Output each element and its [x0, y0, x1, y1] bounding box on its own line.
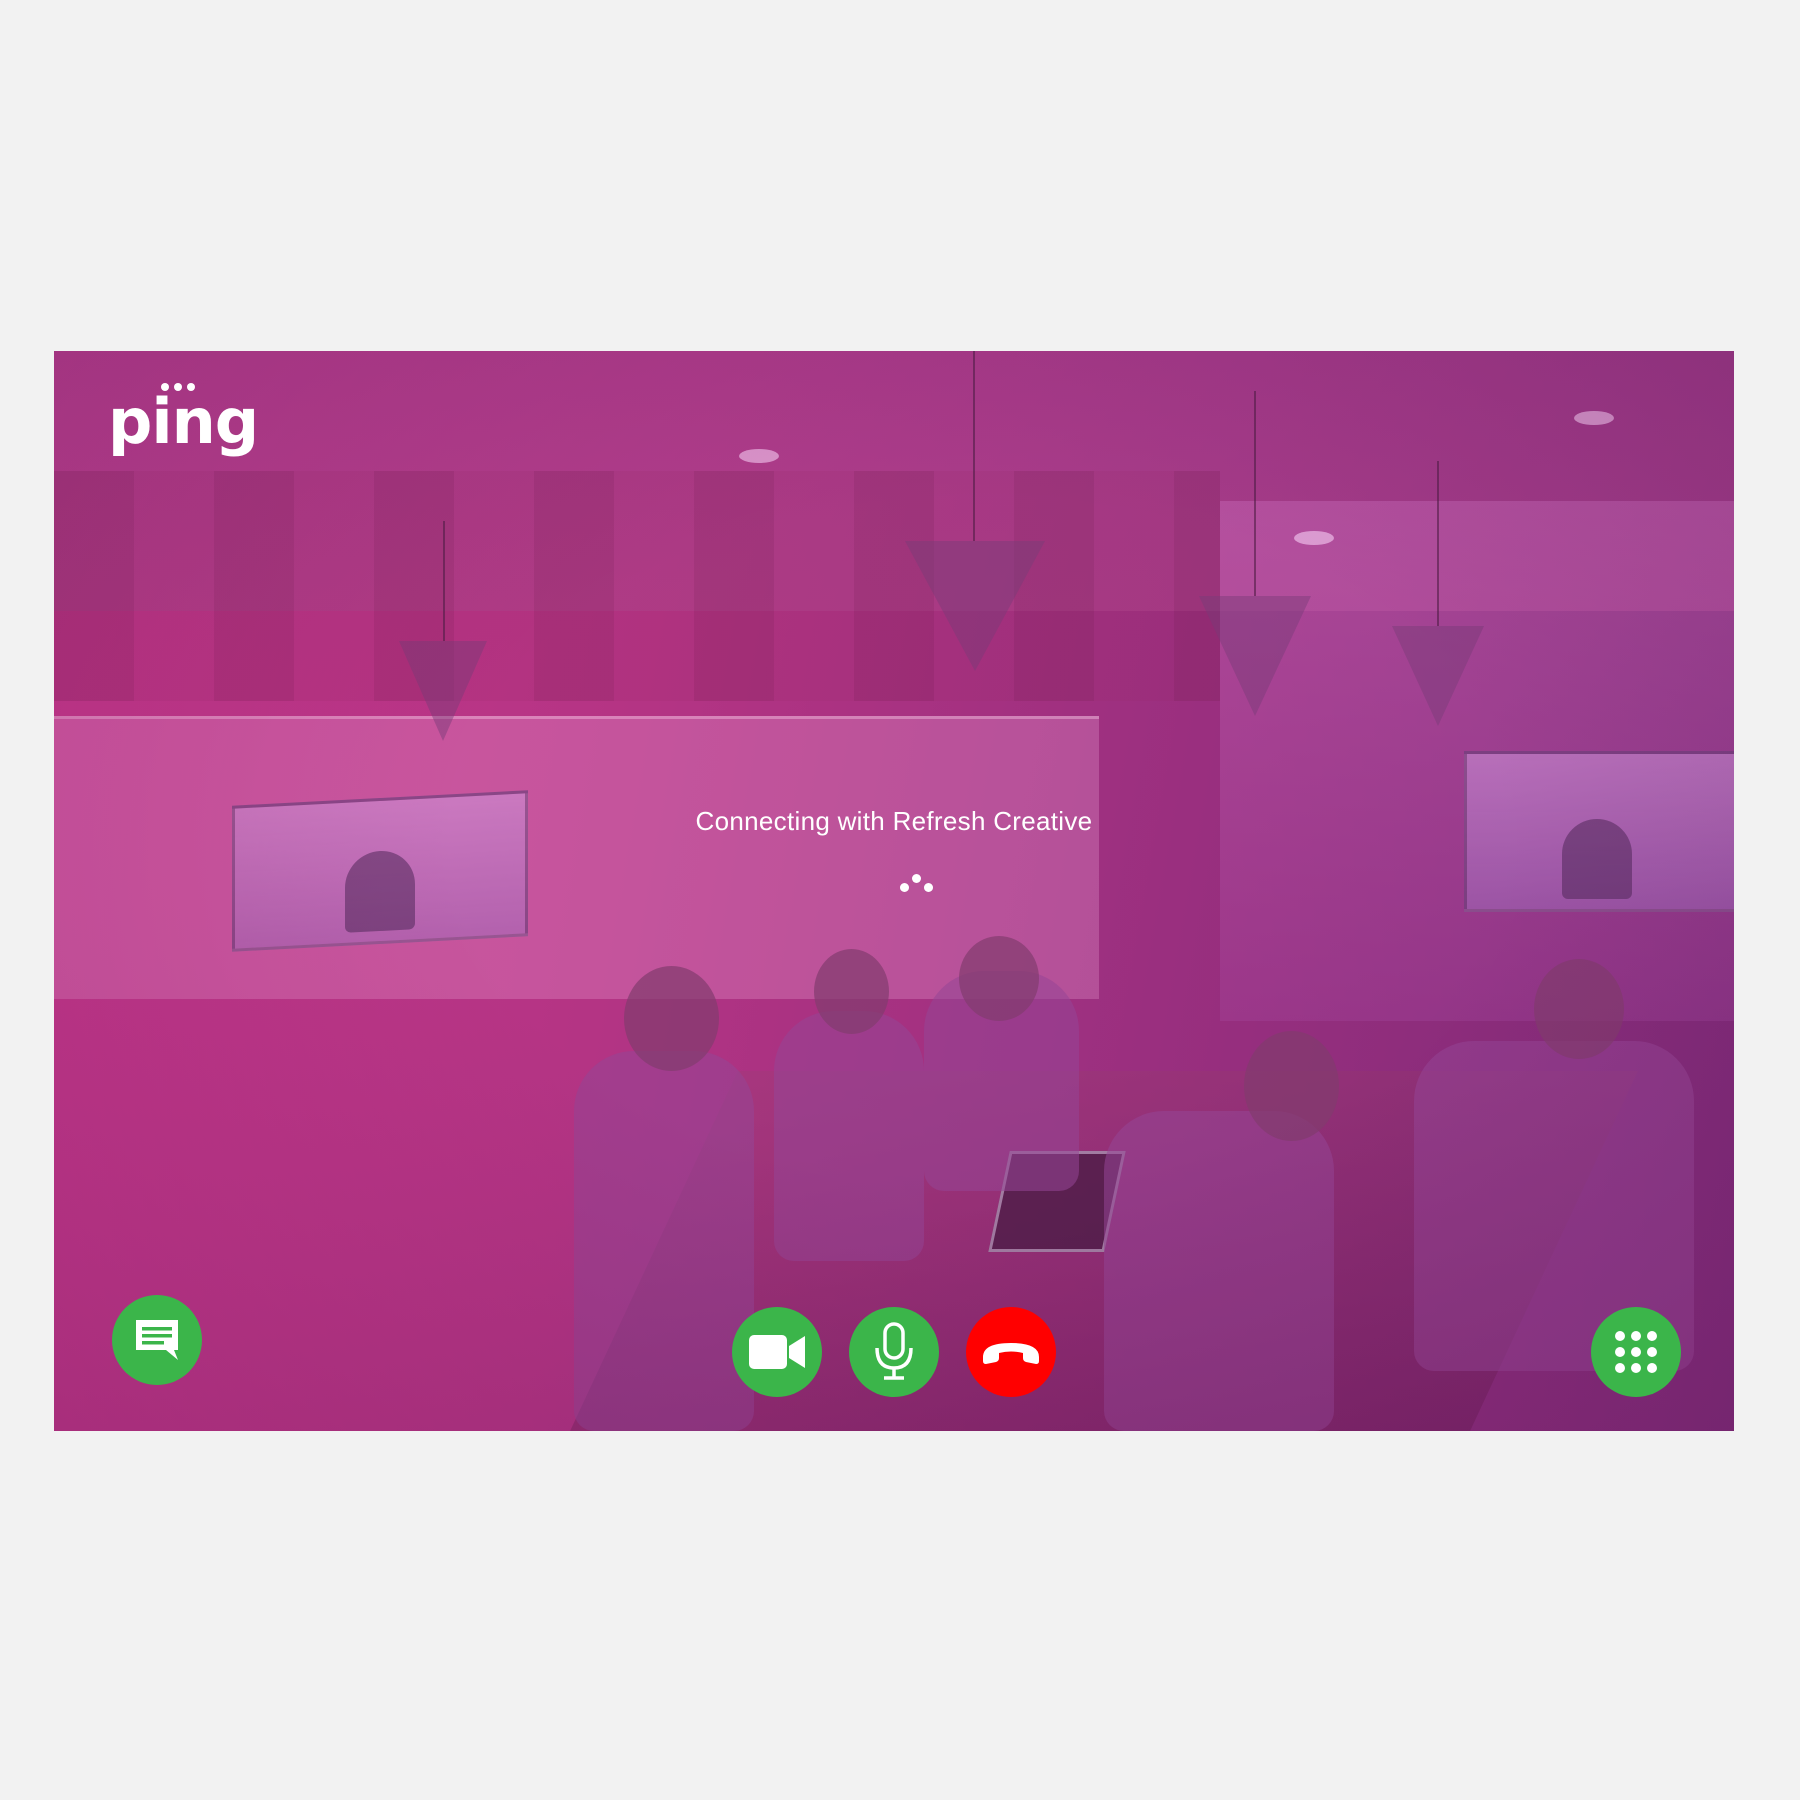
hang-up-phone-icon: [983, 1343, 1039, 1364]
loading-spinner-icon: [900, 874, 940, 894]
background-video-feed: [54, 351, 1734, 1431]
chat-button[interactable]: [112, 1295, 202, 1385]
video-toggle-button[interactable]: [732, 1307, 822, 1397]
microphone-toggle-button[interactable]: [849, 1307, 939, 1397]
chat-bubble-icon: [136, 1320, 178, 1360]
connection-status-text: Connecting with Refresh Creative: [695, 806, 1093, 836]
microphone-icon: [875, 1322, 913, 1380]
video-camera-icon: [749, 1335, 805, 1369]
video-call-window: ping Connecting with Refresh Creative: [54, 351, 1734, 1431]
dialpad-button[interactable]: [1591, 1307, 1681, 1397]
end-call-button[interactable]: [966, 1307, 1056, 1397]
overlay-vignette: [54, 351, 1734, 1431]
dialpad-grid-icon: [1615, 1331, 1657, 1373]
ping-logo: ping: [108, 385, 259, 458]
